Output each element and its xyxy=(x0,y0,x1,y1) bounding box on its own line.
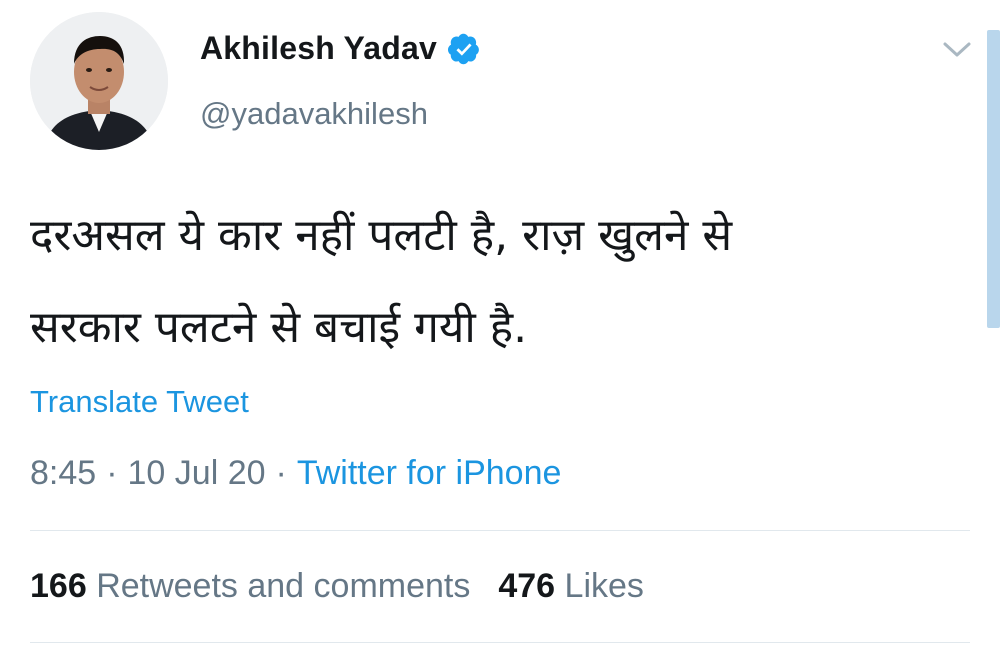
likes-label: Likes xyxy=(564,567,644,605)
likes-stat[interactable]: 476 Likes xyxy=(498,567,644,606)
avatar[interactable] xyxy=(30,12,168,150)
translate-tweet-link[interactable]: Translate Tweet xyxy=(30,384,249,420)
author-display-name[interactable]: Akhilesh Yadav xyxy=(200,30,437,67)
meta-separator: · xyxy=(275,454,287,492)
verified-badge-icon xyxy=(447,32,481,66)
tweet-source-link[interactable]: Twitter for iPhone xyxy=(297,454,562,492)
author-handle[interactable]: @yadavakhilesh xyxy=(200,96,428,132)
author-name-row[interactable]: Akhilesh Yadav xyxy=(200,30,481,67)
divider xyxy=(30,530,970,531)
tweet-time[interactable]: 8:45 xyxy=(30,454,96,492)
tweet-stats: 166 Retweets and comments 476 Likes xyxy=(30,567,644,606)
chevron-down-icon[interactable] xyxy=(940,38,974,62)
retweets-label: Retweets and comments xyxy=(96,567,471,605)
tweet-text-line: सरकार पलटने से बचाई गयी है. xyxy=(30,302,528,353)
tweet-meta: 8:45 · 10 Jul 20 · Twitter for iPhone xyxy=(30,454,561,493)
tweet-text: दरअसल ये कार नहीं पलटी है, राज़ खुलने से… xyxy=(30,190,960,374)
divider xyxy=(30,642,970,643)
tweet-date[interactable]: 10 Jul 20 xyxy=(128,454,266,492)
scrollbar[interactable] xyxy=(987,30,1000,328)
meta-separator: · xyxy=(106,454,118,492)
retweets-stat[interactable]: 166 Retweets and comments xyxy=(30,567,470,606)
likes-count: 476 xyxy=(498,567,556,605)
tweet-text-line: दरअसल ये कार नहीं पलटी है, राज़ खुलने से xyxy=(30,210,733,261)
avatar-image xyxy=(30,12,168,150)
retweets-count: 166 xyxy=(30,567,87,605)
